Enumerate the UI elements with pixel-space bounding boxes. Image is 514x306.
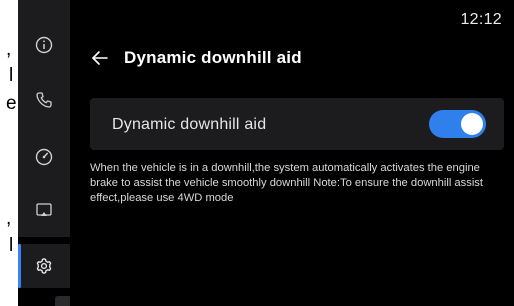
gauge-icon (35, 148, 53, 166)
background-fragment: e (6, 93, 17, 114)
background-fragment: , (6, 39, 12, 60)
sidebar-item-phone[interactable] (18, 83, 70, 117)
toggle-knob (461, 113, 483, 135)
sidebar-item-screen[interactable] (18, 193, 70, 227)
sidebar-item-gauge[interactable] (18, 140, 70, 174)
sidebar-bottom-tab (55, 296, 70, 306)
phone-icon (36, 92, 52, 108)
dynamic-downhill-aid-toggle[interactable] (429, 110, 486, 138)
background-fragment: l (9, 235, 14, 256)
background-fragment: , (6, 208, 12, 229)
sidebar-item-info[interactable] (18, 28, 70, 62)
status-time: 12:12 (460, 11, 502, 28)
background-window-strip: , l e , l (0, 0, 18, 306)
setting-row-dynamic-downhill-aid: Dynamic downhill aid (90, 98, 504, 150)
sidebar-settings-button[interactable] (18, 249, 70, 283)
background-fragment: l (9, 65, 14, 86)
info-icon (35, 36, 53, 54)
gear-icon (36, 258, 52, 274)
setting-label: Dynamic downhill aid (112, 116, 267, 133)
page-title: Dynamic downhill aid (124, 48, 302, 67)
back-button[interactable] (90, 48, 110, 73)
setting-description: When the vehicle is in a downhill,the sy… (90, 162, 484, 204)
back-arrow-icon (92, 51, 108, 65)
screen-cast-icon (36, 203, 52, 216)
